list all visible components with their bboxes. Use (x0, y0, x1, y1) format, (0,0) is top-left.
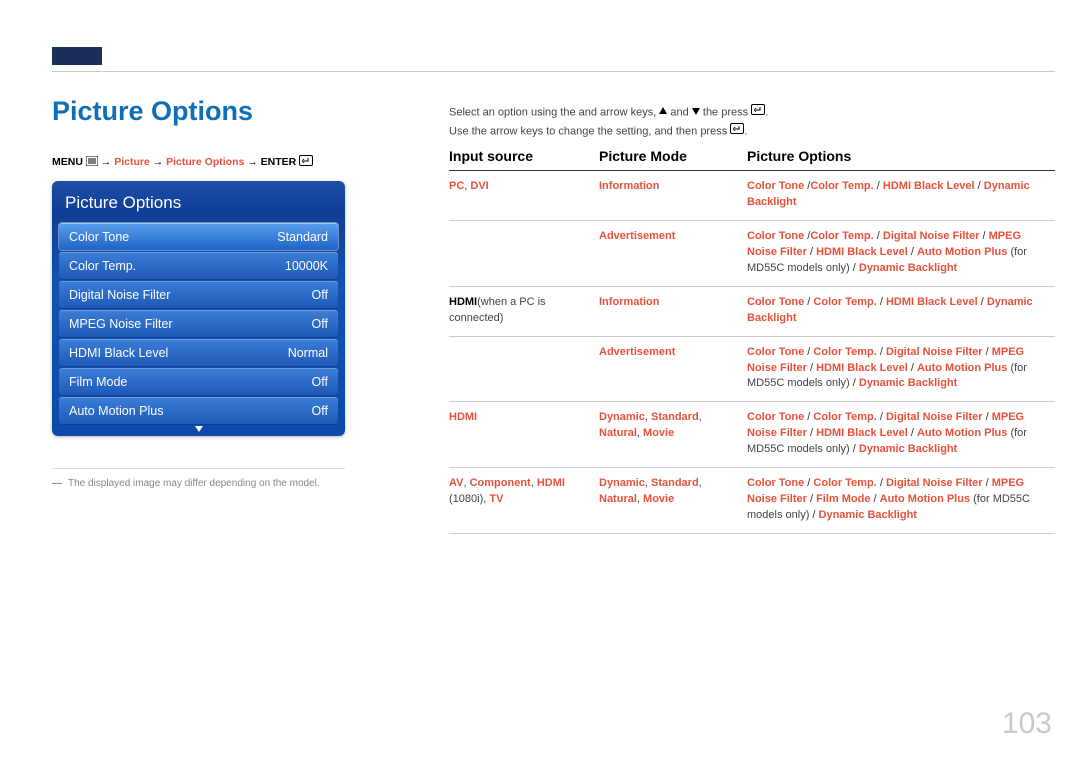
header-accent-bar (52, 47, 102, 65)
osd-row-label: Film Mode (69, 375, 127, 389)
osd-row-value: Off (312, 375, 328, 389)
cell-picture-options: Color Tone /Color Temp. / HDMI Black Lev… (747, 179, 1055, 211)
th-picture-mode: Picture Mode (599, 148, 747, 164)
cell-picture-mode: Information (599, 179, 747, 211)
osd-row-label: HDMI Black Level (69, 346, 168, 360)
th-picture-options: Picture Options (747, 148, 1055, 164)
osd-row[interactable]: Color Temp. 10000K (59, 252, 338, 279)
instr-line1-b: and (667, 106, 691, 118)
osd-row-value: Off (312, 317, 328, 331)
cell-picture-options: Color Tone /Color Temp. / Digital Noise … (747, 229, 1055, 277)
osd-row[interactable]: Film Mode Off (59, 368, 338, 395)
osd-row[interactable]: HDMI Black Level Normal (59, 339, 338, 366)
osd-row-value: Off (312, 288, 328, 302)
cell-input-source: PC, DVI (449, 179, 599, 211)
osd-row-value: Normal (288, 346, 328, 360)
breadcrumb-picture-options: Picture Options (166, 156, 244, 168)
th-input-source: Input source (449, 148, 599, 164)
scroll-down-icon[interactable] (59, 426, 338, 437)
instr-line2-b: . (744, 125, 747, 137)
table-header-row: Input source Picture Mode Picture Option… (449, 148, 1055, 171)
breadcrumb-sep-2: → (153, 156, 166, 168)
table-row: AdvertisementColor Tone / Color Temp. / … (449, 337, 1055, 403)
osd-row-label: MPEG Noise Filter (69, 317, 173, 331)
menu-icon (86, 156, 98, 169)
osd-row-value: Off (312, 404, 328, 418)
osd-row-value: 10000K (285, 259, 328, 273)
osd-row-value: Standard (277, 230, 328, 244)
instr-line1-c: the press (700, 106, 751, 118)
cell-picture-options: Color Tone / Color Temp. / Digital Noise… (747, 476, 1055, 524)
breadcrumb-sep-1: → (101, 156, 114, 168)
cell-input-source (449, 345, 599, 393)
model-note: ―The displayed image may differ dependin… (52, 478, 352, 489)
page-number: 103 (1002, 707, 1052, 741)
enter-icon-inline-1 (751, 103, 765, 122)
table-row: HDMIDynamic, Standard, Natural, MovieCol… (449, 402, 1055, 468)
cell-picture-mode: Advertisement (599, 345, 747, 393)
osd-row[interactable]: Auto Motion Plus Off (59, 397, 338, 424)
osd-row[interactable]: MPEG Noise Filter Off (59, 310, 338, 337)
osd-panel: Picture Options Color ToneStandardColor … (52, 181, 345, 436)
table-row: PC, DVIInformationColor Tone /Color Temp… (449, 171, 1055, 221)
panel-divider (52, 468, 345, 469)
cell-picture-options: Color Tone / Color Temp. / Digital Noise… (747, 410, 1055, 458)
down-arrow-icon (692, 103, 700, 122)
breadcrumb: MENU → Picture → Picture Options → ENTER (52, 155, 313, 169)
cell-picture-mode: Dynamic, Standard, Natural, Movie (599, 476, 747, 524)
osd-row[interactable]: Color Tone Standard (59, 223, 338, 250)
cell-input-source: AV, Component, HDMI (1080i), TV (449, 476, 599, 524)
osd-row-label: Digital Noise Filter (69, 288, 170, 302)
cell-picture-mode: Advertisement (599, 229, 747, 277)
cell-input-source (449, 229, 599, 277)
breadcrumb-enter: ENTER (261, 156, 297, 168)
osd-panel-title: Picture Options (59, 187, 338, 223)
table-row: AdvertisementColor Tone /Color Temp. / D… (449, 221, 1055, 287)
page-title: Picture Options (52, 96, 253, 127)
breadcrumb-sep-3: → (247, 156, 260, 168)
table-row: AV, Component, HDMI (1080i), TVDynamic, … (449, 468, 1055, 534)
instr-line1-a: Select an option using the and arrow key… (449, 106, 659, 118)
instr-line1-d: . (765, 106, 768, 118)
header-divider (52, 71, 1055, 72)
instr-line2-a: Use the arrow keys to change the setting… (449, 125, 730, 137)
cell-input-source: HDMI(when a PC is connected) (449, 295, 599, 327)
cell-picture-mode: Information (599, 295, 747, 327)
cell-input-source: HDMI (449, 410, 599, 458)
breadcrumb-picture: Picture (114, 156, 150, 168)
options-table: Input source Picture Mode Picture Option… (449, 148, 1055, 534)
osd-row-label: Color Tone (69, 230, 129, 244)
enter-icon (299, 155, 313, 169)
table-row: HDMI(when a PC is connected)InformationC… (449, 287, 1055, 337)
cell-picture-mode: Dynamic, Standard, Natural, Movie (599, 410, 747, 458)
cell-picture-options: Color Tone / Color Temp. / Digital Noise… (747, 345, 1055, 393)
osd-row[interactable]: Digital Noise Filter Off (59, 281, 338, 308)
osd-row-label: Color Temp. (69, 259, 136, 273)
osd-row-label: Auto Motion Plus (69, 404, 164, 418)
cell-picture-options: Color Tone / Color Temp. / HDMI Black Le… (747, 295, 1055, 327)
enter-icon-inline-2 (730, 122, 744, 141)
instructions: Select an option using the and arrow key… (449, 103, 1050, 141)
breadcrumb-menu: MENU (52, 156, 83, 168)
